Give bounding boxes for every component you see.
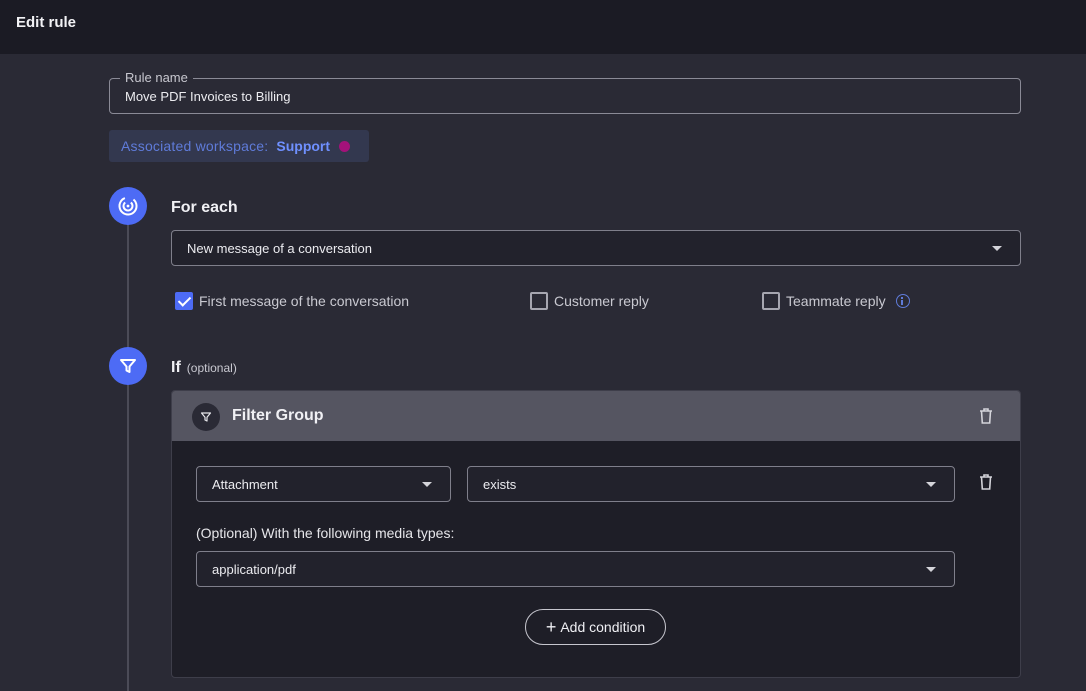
add-condition-button[interactable]: + Add condition [525, 609, 666, 645]
filter-group-header: Filter Group [172, 391, 1020, 441]
if-optional-label: (optional) [186, 361, 237, 375]
chevron-down-icon [992, 246, 1002, 251]
checkbox-teammate-reply-label: Teammate reply [786, 293, 886, 309]
add-condition-label: Add condition [560, 619, 646, 635]
timeline-line [127, 205, 129, 691]
checkbox-first-message[interactable]: First message of the conversation [175, 292, 409, 310]
checkbox-unchecked-icon[interactable] [762, 292, 780, 310]
top-bar: Edit rule [0, 0, 1086, 54]
media-types-label: (Optional) With the following media type… [196, 525, 455, 541]
rule-name-value[interactable]: Move PDF Invoices to Billing [125, 89, 290, 104]
if-step-icon [109, 347, 147, 385]
checkbox-customer-reply-label: Customer reply [554, 293, 649, 309]
checkbox-customer-reply[interactable]: Customer reply [530, 292, 649, 310]
for-each-title: For each [171, 199, 238, 216]
plus-icon: + [545, 617, 557, 637]
target-icon [118, 196, 138, 216]
checkbox-teammate-reply[interactable]: Teammate reply [762, 292, 910, 310]
filter-icon [120, 359, 136, 373]
media-types-select[interactable]: application/pdf [196, 551, 955, 587]
trigger-select[interactable]: New message of a conversation [171, 230, 1021, 266]
checkbox-checked-icon[interactable] [175, 292, 193, 310]
workspace-label: Associated workspace: [121, 138, 269, 154]
rule-name-field[interactable]: Rule name Move PDF Invoices to Billing [109, 70, 1021, 114]
checkbox-unchecked-icon[interactable] [530, 292, 548, 310]
chevron-down-icon [422, 482, 432, 487]
filter-group-title: Filter Group [232, 407, 324, 424]
chevron-down-icon [926, 482, 936, 487]
trigger-select-value: New message of a conversation [187, 241, 372, 256]
media-types-value: application/pdf [212, 562, 296, 577]
rule-name-label: Rule name [120, 70, 193, 86]
condition-operator-select[interactable]: exists [467, 466, 955, 502]
workspace-name: Support [276, 138, 331, 154]
for-each-step-icon [109, 187, 147, 225]
condition-field-select[interactable]: Attachment [196, 466, 451, 502]
workspace-color-dot [339, 140, 351, 152]
checkbox-first-message-label: First message of the conversation [199, 293, 410, 309]
delete-group-trash-icon[interactable] [978, 407, 994, 425]
filter-icon [192, 403, 220, 431]
if-title-text: If [171, 359, 181, 376]
condition-field-value: Attachment [212, 477, 278, 492]
page-title: Edit rule [16, 14, 77, 31]
condition-operator-value: exists [483, 477, 517, 492]
chevron-down-icon [926, 567, 936, 572]
if-title: If (optional) [171, 359, 237, 377]
delete-condition-trash-icon[interactable] [978, 473, 994, 491]
associated-workspace-badge: Associated workspace: Support [109, 130, 369, 162]
filter-group: Filter Group Attachment exists (Optional… [171, 390, 1021, 678]
info-icon[interactable] [895, 294, 910, 308]
